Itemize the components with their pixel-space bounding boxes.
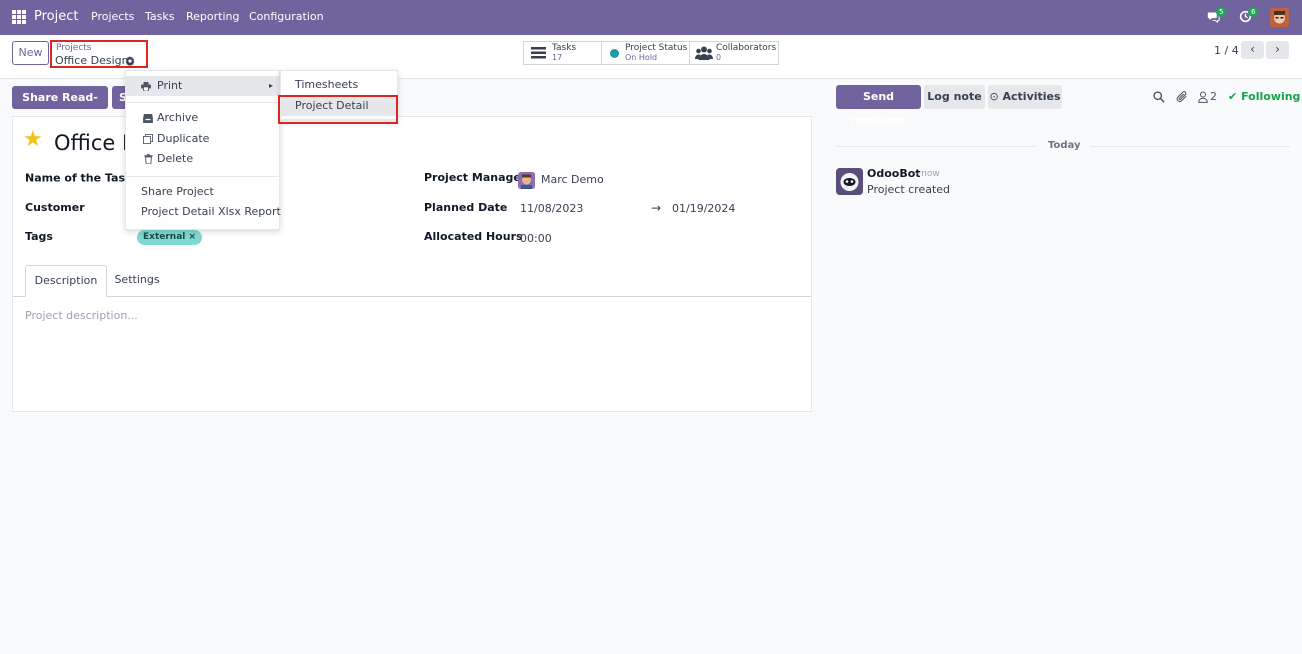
tasks-stat-button[interactable]: Tasks 17 [524,42,602,64]
arrow-right-icon: → [651,201,662,215]
menu-item-delete[interactable]: Delete [126,149,279,169]
check-icon: ✔ [1228,90,1238,103]
followers-count[interactable]: 2 [1210,90,1217,103]
tasks-stat-label: Tasks [552,43,577,53]
message-author[interactable]: OdooBot [867,167,921,180]
message-body: Project created [867,183,951,196]
project-status-stat-button[interactable]: Project Status On Hold [602,42,690,64]
collaborators-stat-button[interactable]: Collaborators 0 [690,42,778,64]
menu-item-print[interactable]: Print ▸ [126,76,279,96]
project-detail-highlight [278,95,398,124]
project-manager-label: Project Manager [424,171,527,184]
planned-end-date[interactable]: 01/19/2024 [672,202,735,215]
pager-value[interactable]: 1 / 4 [1214,44,1239,57]
user-avatar[interactable] [1270,8,1289,27]
collaborators-value: 0 [716,53,722,62]
archive-icon [143,114,153,123]
menu-item-duplicate[interactable]: Duplicate [126,129,279,149]
menu-divider [126,176,279,177]
status-dot-icon [610,49,619,58]
apps-grid-icon[interactable] [12,10,26,24]
pager-next-button[interactable]: › [1266,41,1289,59]
log-note-button[interactable]: Log note [924,85,985,109]
menu-reporting[interactable]: Reporting [186,10,239,23]
breadcrumb: Projects Office Design [50,40,148,68]
description-editor[interactable]: Project description... [25,309,138,322]
app-name[interactable]: Project [34,9,78,24]
chevron-right-icon: › [1275,42,1280,56]
allocated-hours-value[interactable]: 00:00 [520,232,552,245]
tag-external[interactable]: External × [137,230,203,245]
activities-button[interactable]: ⊙ Activities [988,85,1062,109]
copy-icon [143,134,153,144]
project-status-value: On Hold [625,53,658,62]
search-icon[interactable] [1153,91,1165,103]
new-button[interactable]: New [12,41,49,65]
following-button[interactable]: ✔ Following [1228,90,1300,103]
message-time: - now [915,169,940,179]
menu-projects[interactable]: Projects [91,10,134,23]
breadcrumb-current: Office Design [55,54,129,67]
printer-icon [141,82,151,91]
menu-item-xlsx-report[interactable]: Project Detail Xlsx Report [126,202,281,222]
gear-dropdown-menu: Print ▸ Archive Duplicate Delete Share P… [125,70,281,230]
tab-settings[interactable]: Settings [109,265,165,297]
top-navbar: Project Projects Tasks Reporting Configu… [0,0,1302,35]
stat-buttons: Tasks 17 Project Status On Hold Collabor… [523,41,779,65]
activities-badge: 6 [1248,7,1259,17]
favorite-star-icon[interactable]: ★ [23,129,43,151]
menu-item-timesheets[interactable]: Timesheets [281,75,397,95]
pager-previous-button[interactable]: ‹ [1241,41,1264,59]
planned-start-date[interactable]: 11/08/2023 [520,202,583,215]
send-message-button[interactable]: Send message [836,85,921,127]
caret-right-icon: ▸ [269,81,274,90]
menu-tasks[interactable]: Tasks [145,10,174,23]
date-divider-label: Today [1048,140,1081,151]
tags-label: Tags [25,230,53,243]
menu-configuration[interactable]: Configuration [249,10,324,23]
messages-badge: 5 [1216,7,1227,17]
clock-icon: ⊙ [989,90,999,103]
trash-icon [144,154,153,164]
tab-description[interactable]: Description [25,265,107,297]
project-status-label: Project Status [625,43,688,53]
date-divider-left [836,146,1036,147]
date-divider-right [1090,146,1290,147]
allocated-hours-label: Allocated Hours [424,230,523,243]
manager-avatar [518,172,535,189]
followers-user-icon[interactable] [1198,91,1208,103]
customer-label: Customer [25,201,85,214]
form-tabs: Description Settings [13,265,811,297]
odoobot-avatar[interactable] [836,168,863,195]
gear-icon[interactable] [125,56,135,66]
users-icon [695,46,713,60]
share-readonly-button[interactable]: Share Read-only [12,86,108,127]
project-manager-value[interactable]: Marc Demo [541,173,604,186]
chevron-left-icon: ‹ [1250,42,1255,56]
tasks-list-icon [531,47,546,59]
planned-date-label: Planned Date [424,201,508,214]
tasks-stat-value: 17 [552,53,563,62]
menu-item-share-project[interactable]: Share Project [126,182,279,202]
menu-item-archive[interactable]: Archive [126,108,279,128]
breadcrumb-projects-link[interactable]: Projects [56,43,91,53]
menu-divider [126,102,279,103]
paperclip-icon[interactable] [1176,90,1188,103]
collaborators-label: Collaborators [716,43,777,53]
